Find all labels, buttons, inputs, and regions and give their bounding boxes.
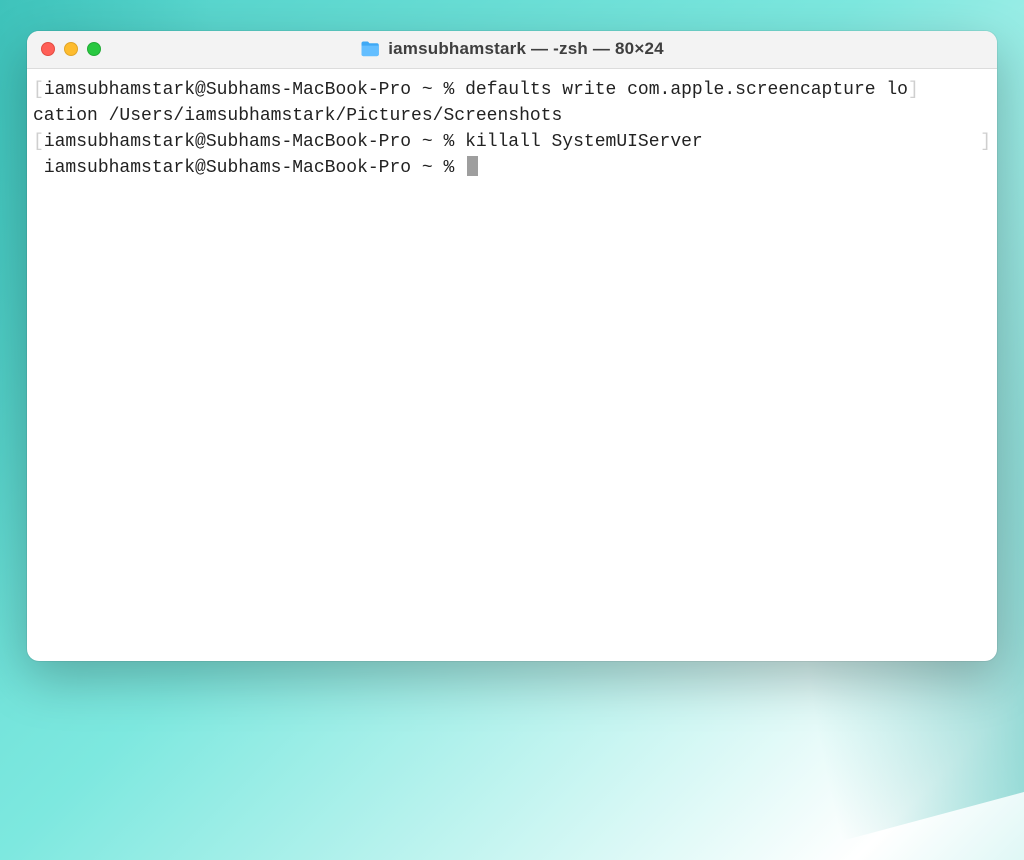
shell-command-continuation: cation /Users/iamsubhamstark/Pictures/Sc… xyxy=(33,106,562,126)
shell-prompt: iamsubhamstark@Subhams-MacBook-Pro ~ % xyxy=(44,132,465,152)
terminal-line: iamsubhamstark@Subhams-MacBook-Pro ~ % xyxy=(33,155,991,181)
traffic-lights xyxy=(41,42,101,56)
terminal-line: cation /Users/iamsubhamstark/Pictures/Sc… xyxy=(33,103,991,129)
terminal-line: [iamsubhamstark@Subhams-MacBook-Pro ~ % … xyxy=(33,129,991,155)
prompt-open-bracket: [ xyxy=(33,132,44,152)
shell-command: killall SystemUIServer xyxy=(465,132,703,152)
cursor-icon xyxy=(467,156,478,176)
folder-icon xyxy=(360,41,380,57)
window-title: iamsubhamstark — -zsh — 80×24 xyxy=(388,39,664,59)
window-titlebar[interactable]: iamsubhamstark — -zsh — 80×24 xyxy=(27,31,997,69)
prompt-close-bracket: ] xyxy=(908,80,919,100)
terminal-window: iamsubhamstark — -zsh — 80×24 [iamsubham… xyxy=(27,31,997,661)
close-button[interactable] xyxy=(41,42,55,56)
terminal-body[interactable]: [iamsubhamstark@Subhams-MacBook-Pro ~ % … xyxy=(27,69,997,661)
terminal-line: [iamsubhamstark@Subhams-MacBook-Pro ~ % … xyxy=(33,77,991,103)
minimize-button[interactable] xyxy=(64,42,78,56)
zoom-button[interactable] xyxy=(87,42,101,56)
shell-command: defaults write com.apple.screencapture l… xyxy=(465,80,908,100)
shell-prompt: iamsubhamstark@Subhams-MacBook-Pro ~ % xyxy=(44,158,465,178)
prompt-close-bracket: ] xyxy=(980,129,991,155)
title-center: iamsubhamstark — -zsh — 80×24 xyxy=(27,39,997,59)
shell-prompt: iamsubhamstark@Subhams-MacBook-Pro ~ % xyxy=(44,80,465,100)
prompt-open-bracket: [ xyxy=(33,80,44,100)
